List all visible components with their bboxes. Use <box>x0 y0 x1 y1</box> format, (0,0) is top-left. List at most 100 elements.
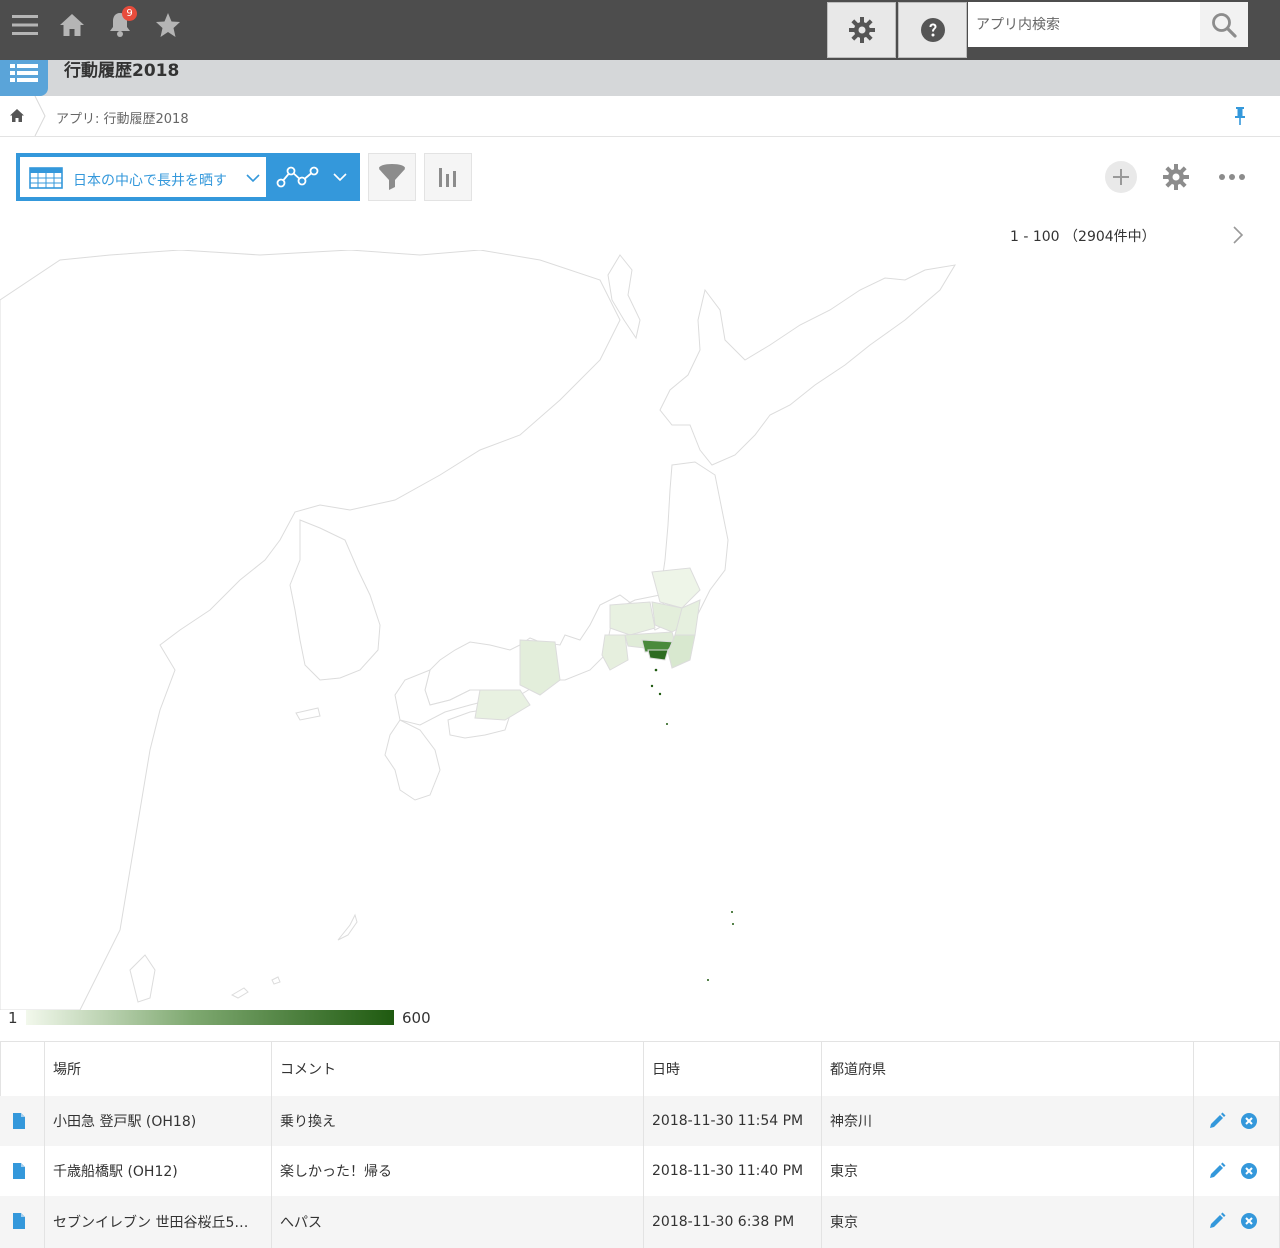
help-button[interactable] <box>898 2 967 58</box>
header-prefecture[interactable]: 都道府県 <box>821 1042 1193 1096</box>
next-page-arrow-icon[interactable] <box>1228 224 1248 246</box>
view-selector-label: 日本の中心で長井を晒す <box>73 173 227 189</box>
map-region-pacific-island <box>295 707 321 721</box>
app-header <box>0 60 1280 96</box>
edit-pencil-icon[interactable] <box>1208 1112 1226 1130</box>
view-selector-dropdown[interactable]: 日本の中心で長井を晒す <box>16 153 268 201</box>
cell-prefecture: 東京 <box>821 1146 1193 1196</box>
map-region-okinawa <box>337 913 358 941</box>
cell-prefecture: 神奈川 <box>821 1096 1193 1146</box>
map-region-ogasawara-island <box>731 911 733 913</box>
global-header: 9 <box>0 0 1280 60</box>
gear-icon <box>1163 164 1189 190</box>
table-view-icon <box>29 167 63 189</box>
more-dots-icon <box>1219 174 1245 180</box>
map-region-aichi <box>474 689 531 721</box>
cell-prefecture: 東京 <box>821 1196 1193 1248</box>
bar-chart-icon <box>439 168 456 187</box>
cell-comment: へパス <box>271 1196 643 1248</box>
gear-icon <box>848 17 875 43</box>
header-icon-col <box>0 1042 44 1096</box>
graph-selector-dropdown[interactable] <box>268 153 360 201</box>
japan-choropleth-map[interactable] <box>0 250 1280 1010</box>
app-list-icon <box>0 60 48 96</box>
cell-datetime: 2018-11-30 6:38 PM <box>643 1196 821 1248</box>
row-actions-cell <box>1193 1196 1280 1248</box>
breadcrumb-separator-icon <box>34 96 46 136</box>
graph-icon <box>276 166 319 188</box>
map-region-hokkaido <box>659 264 956 466</box>
records-table: 場所 コメント 日時 都道府県 小田急 登戸駅 (OH18) 乗り換え 2018… <box>0 1041 1280 1248</box>
plus-icon <box>1113 169 1129 185</box>
map-region-gunma <box>609 601 656 636</box>
breadcrumb-home-icon[interactable] <box>8 107 26 125</box>
cell-place: 小田急 登戸駅 (OH18) <box>44 1096 271 1146</box>
add-circle <box>1105 161 1137 193</box>
edit-pencil-icon[interactable] <box>1208 1162 1226 1180</box>
header-place[interactable]: 場所 <box>44 1042 271 1096</box>
row-actions-cell <box>1193 1146 1280 1196</box>
chevron-down-icon <box>246 174 260 183</box>
row-icon-cell <box>0 1096 44 1146</box>
pagination-info: 1 - 100 （2904件中） <box>1010 229 1156 245</box>
map-region-nagano <box>519 639 561 696</box>
notification-bell-icon[interactable]: 9 <box>105 6 137 40</box>
delete-icon[interactable] <box>1240 1212 1258 1230</box>
app-settings-button[interactable] <box>1159 160 1193 194</box>
graph-chart-button[interactable] <box>424 153 472 201</box>
table-row[interactable]: 千歳船橋駅 (OH12) 楽しかった！帰る 2018-11-30 11:40 P… <box>0 1146 1280 1196</box>
map-region-ogasawara-island <box>707 979 709 981</box>
map-region-izu-island <box>654 668 658 672</box>
help-icon <box>920 18 945 42</box>
map-region-izu-island <box>658 692 662 696</box>
map-region-kyushu <box>384 719 441 801</box>
notification-badge: 9 <box>122 6 137 21</box>
home-icon[interactable] <box>57 10 87 40</box>
map-region-korea <box>289 519 381 681</box>
map-region-izu-island <box>666 723 668 725</box>
menu-icon[interactable] <box>10 10 40 40</box>
settings-button[interactable] <box>827 2 896 58</box>
cell-place: セブンイレブン 世田谷桜丘5… <box>44 1196 271 1248</box>
cell-datetime: 2018-11-30 11:54 PM <box>643 1096 821 1146</box>
table-row[interactable]: 小田急 登戸駅 (OH18) 乗り換え 2018-11-30 11:54 PM … <box>0 1096 1280 1146</box>
map-region-taiwan <box>129 954 156 1003</box>
breadcrumb-app-link[interactable]: アプリ: 行動履歴2018 <box>56 108 189 127</box>
legend-max-value: 600 <box>402 1009 431 1027</box>
view-selector-box: 日本の中心で長井を晒す <box>20 157 266 197</box>
map-region-ryukyu-island <box>271 976 281 985</box>
chevron-down-icon <box>333 173 347 182</box>
app-search-input[interactable] <box>968 2 1200 47</box>
filter-icon <box>379 164 405 190</box>
color-scale-bar <box>26 1010 394 1025</box>
row-icon-cell <box>0 1196 44 1248</box>
app-title: 行動履歴2018 <box>64 61 180 81</box>
delete-icon[interactable] <box>1240 1162 1258 1180</box>
cell-place: 千歳船橋駅 (OH12) <box>44 1146 271 1196</box>
search-icon <box>1212 12 1237 38</box>
search-button[interactable] <box>1200 2 1248 47</box>
table-header-row: 場所 コメント 日時 都道府県 <box>0 1042 1280 1096</box>
more-options-button[interactable] <box>1215 160 1249 194</box>
map-region-kanagawa <box>647 649 669 661</box>
header-comment[interactable]: コメント <box>271 1042 643 1096</box>
legend-min-value: 1 <box>8 1009 18 1027</box>
map-region-yamanashi <box>601 634 629 671</box>
table-row[interactable]: セブンイレブン 世田谷桜丘5… へパス 2018-11-30 6:38 PM 東… <box>0 1196 1280 1248</box>
breadcrumb: アプリ: 行動履歴2018 <box>0 96 1280 137</box>
cell-datetime: 2018-11-30 11:40 PM <box>643 1146 821 1196</box>
header-datetime[interactable]: 日時 <box>643 1042 821 1096</box>
cell-comment: 楽しかった！帰る <box>271 1146 643 1196</box>
edit-pencil-icon[interactable] <box>1208 1212 1226 1230</box>
delete-icon[interactable] <box>1240 1112 1258 1130</box>
pin-icon[interactable] <box>1232 106 1248 126</box>
row-icon-cell <box>0 1146 44 1196</box>
map-region-izu-island <box>650 684 654 688</box>
star-icon[interactable] <box>153 10 183 40</box>
add-record-button[interactable] <box>1104 160 1138 194</box>
map-region-ogasawara-island <box>732 923 734 925</box>
header-actions-col <box>1193 1042 1280 1096</box>
filter-button[interactable] <box>368 153 416 201</box>
cell-comment: 乗り換え <box>271 1096 643 1146</box>
row-actions-cell <box>1193 1096 1280 1146</box>
